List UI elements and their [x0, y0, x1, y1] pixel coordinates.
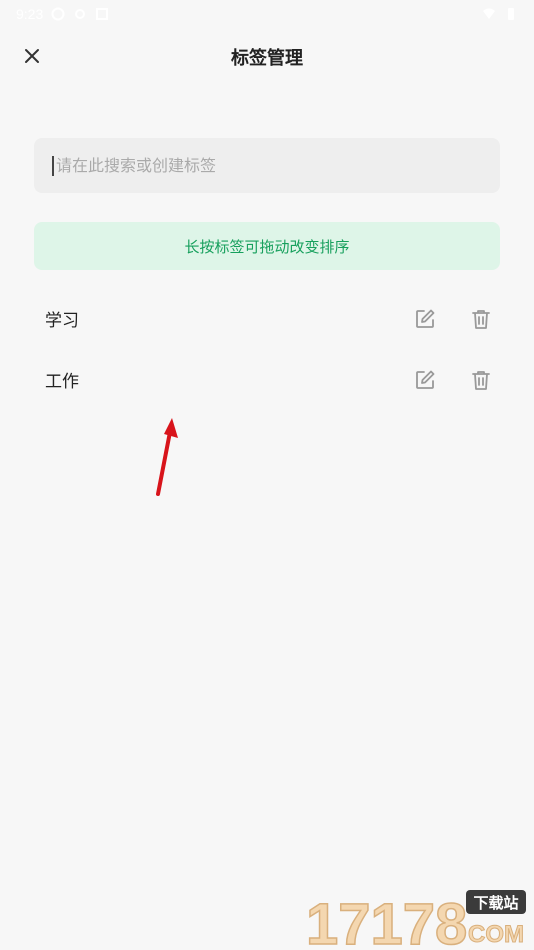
tag-name: 工作 [45, 372, 79, 392]
trash-icon [472, 309, 490, 329]
watermark-logo: 17178 下载站 COM [305, 890, 526, 950]
edit-icon [416, 309, 435, 328]
status-left: 9:23 [16, 6, 109, 22]
square-icon [96, 8, 109, 20]
notification-icon [51, 7, 65, 21]
edit-tag-button[interactable] [411, 305, 439, 333]
sort-hint-banner: 长按标签可拖动改变排序 [34, 222, 500, 270]
search-input[interactable] [54, 155, 482, 176]
sync-icon [75, 9, 86, 19]
battery-icon [508, 8, 514, 20]
watermark-label: 下载站 [473, 894, 518, 912]
page-title: 标签管理 [231, 48, 303, 69]
trash-icon [472, 370, 490, 390]
sort-hint-text: 长按标签可拖动改变排序 [184, 237, 350, 256]
watermark-domain: COM [468, 921, 524, 948]
status-right [482, 7, 518, 21]
tag-row[interactable]: 学习 [0, 288, 534, 349]
status-bar: 9:23 [0, 0, 534, 28]
tag-list: 学习 工作 [0, 288, 534, 410]
header: 标签管理 [0, 34, 534, 78]
tag-name: 学习 [45, 311, 79, 331]
tag-row[interactable]: 工作 [0, 349, 534, 410]
edit-tag-button[interactable] [411, 366, 439, 394]
annotation-arrow-icon [156, 418, 178, 496]
watermark-number: 17178 [306, 892, 467, 950]
search-box[interactable] [34, 138, 500, 193]
delete-tag-button[interactable] [467, 366, 495, 394]
status-time: 9:23 [16, 6, 44, 22]
delete-tag-button[interactable] [467, 305, 495, 333]
wifi-icon [483, 8, 495, 19]
edit-icon [416, 370, 435, 389]
